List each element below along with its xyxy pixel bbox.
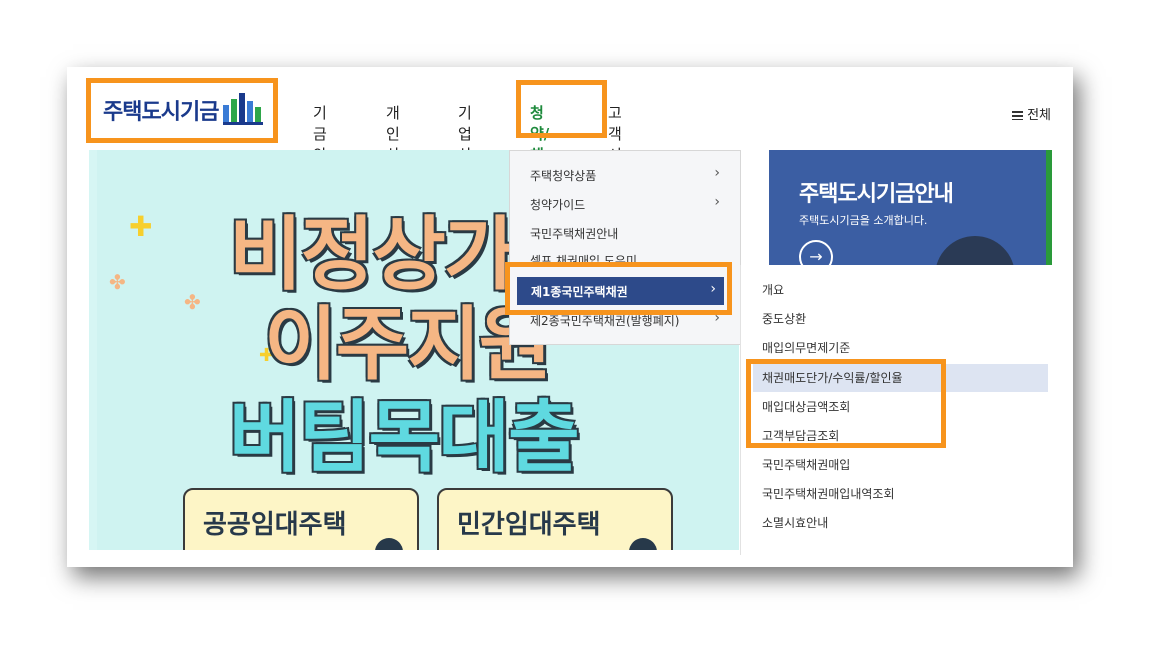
submenu-item-purchase-history-inquiry[interactable]: 국민주택채권매입내역조회 [762,485,894,502]
menu-all-button[interactable]: 전체 [1012,104,1051,123]
fund-info-panel[interactable]: 주택도시기금안내 주택도시기금을 소개합니다. → [769,150,1052,316]
banner-card-title: 민간임대주택 [457,510,601,540]
banner-headline-3: 버팀목대출 [229,393,580,483]
clover-decoration-icon: ✤ [109,270,126,294]
chevron-right-icon: › [714,194,720,210]
info-panel-subtitle: 주택도시기금을 소개합니다. [799,214,928,227]
submenu-item-overview[interactable]: 개요 [762,281,784,298]
submenu-item-purchase-amount-inquiry[interactable]: 매입대상금액조회 [762,398,850,415]
submenu-item-customer-charge-inquiry[interactable]: 고객부담금조회 [762,427,839,444]
menu-all-label: 전체 [1027,108,1051,123]
logo-mark-icon [223,93,263,125]
clover-decoration-icon: ✤ [184,290,201,314]
submenu-type1-bond: 개요 중도상환 매입의무면제기준 채권매도단가/수익률/할인율 매입대상금액조회… [740,265,1053,555]
star-decoration-icon: ✚ [129,210,153,243]
hamburger-icon [1012,111,1024,120]
submenu-item-label: 제1종국민주택채권 [531,285,628,299]
accent-bar [1046,150,1052,268]
submenu-item-subscription-guide[interactable]: 청약가이드 [530,196,585,213]
submenu-item-early-redemption[interactable]: 중도상환 [762,310,806,327]
submenu-item-national-bond-purchase[interactable]: 국민주택채권매입 [762,456,850,473]
arrow-right-icon [629,538,657,550]
arrow-right-icon [375,538,403,550]
submenu-item-self-bond-purchase-helper[interactable]: 셀프 채권매입 도우미 [530,252,637,269]
submenu-item-national-housing-bond-guide[interactable]: 국민주택채권안내 [530,225,618,242]
chevron-right-icon: › [710,281,716,297]
submenu-item-exemption-criteria[interactable]: 매입의무면제기준 [762,339,850,356]
submenu-item-type2-bond[interactable]: 제2종국민주택채권(발행폐지) [530,312,679,329]
info-panel-title: 주택도시기금안내 [799,182,954,207]
chevron-right-icon: › [714,165,720,181]
submenu-item-type1-bond[interactable]: 제1종국민주택채권 › [517,277,724,305]
chevron-right-icon: › [714,310,720,326]
screenshot-frame: 주택도시기금 기금안내 개인상품 기업상품 청약/채권 고객서비스 전체 ✚ ✤… [67,67,1073,567]
submenu-item-housing-subscription-products[interactable]: 주택청약상품 [530,167,596,184]
banner-card-title: 공공임대주택 [203,510,347,540]
submenu-item-bond-price-yield-discount[interactable]: 채권매도단가/수익률/할인율 [762,369,903,386]
site-logo[interactable]: 주택도시기금 [103,94,219,126]
banner-card-private-rental[interactable]: 민간임대주택 [437,488,673,550]
submenu-item-prescription-guide[interactable]: 소멸시효안내 [762,514,828,531]
submenu-subscription-bonds: 주택청약상품 › 청약가이드 › 국민주택채권안내 셀프 채권매입 도우미 제2… [509,150,741,345]
banner-card-public-rental[interactable]: 공공임대주택 [183,488,419,550]
